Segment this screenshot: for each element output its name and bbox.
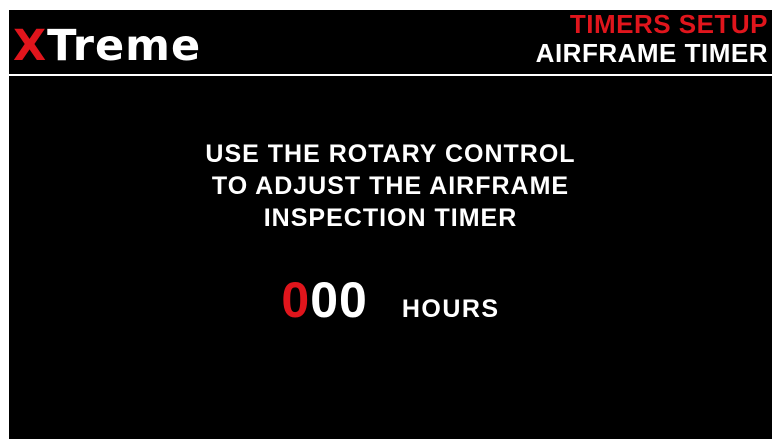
- timer-value[interactable]: 000: [281, 272, 367, 328]
- instruction-line: TO ADJUST THE AIRFRAME: [211, 172, 570, 200]
- instruction-line: INSPECTION TIMER: [263, 204, 518, 232]
- timer-value-row[interactable]: 000 HOURS: [9, 272, 772, 328]
- logo-rest-text: Treme: [47, 21, 202, 71]
- timer-other-digits: 00: [310, 272, 368, 328]
- instruction-line: USE THE ROTARY CONTROL: [205, 140, 576, 168]
- timer-unit-label: HOURS: [401, 295, 500, 323]
- page-title: AIRFRAME TIMER: [535, 38, 768, 68]
- instruction-text: USE THE ROTARY CONTROL TO ADJUST THE AIR…: [9, 138, 772, 234]
- logo-x-letter: X: [13, 21, 48, 71]
- xtreme-logo: XTreme: [13, 22, 201, 70]
- device-frame: XTreme TIMERS SETUP AIRFRAME TIMER USE T…: [0, 0, 772, 439]
- timer-active-digit[interactable]: 0: [281, 272, 310, 328]
- header-divider: [9, 74, 772, 76]
- display-screen: XTreme TIMERS SETUP AIRFRAME TIMER USE T…: [9, 10, 772, 439]
- menu-title: TIMERS SETUP: [569, 10, 768, 39]
- header-titles: TIMERS SETUP AIRFRAME TIMER: [536, 10, 768, 68]
